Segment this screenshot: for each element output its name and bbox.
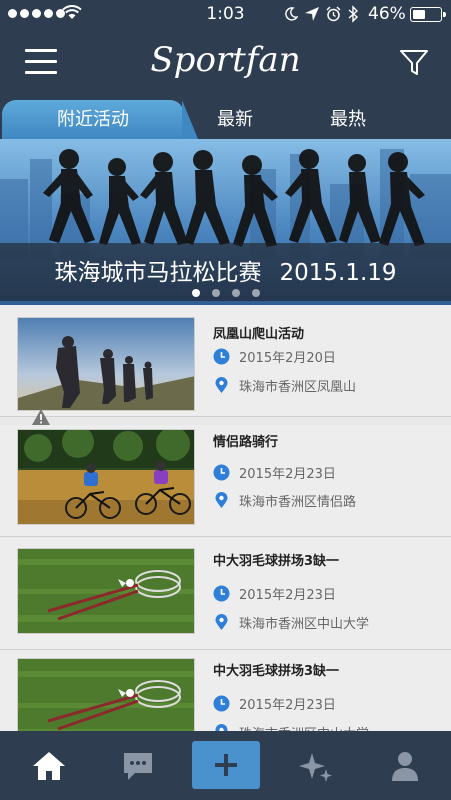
tab-profile[interactable] xyxy=(383,744,427,788)
banner-page-dot[interactable] xyxy=(251,289,260,297)
location-pin-icon xyxy=(215,377,228,393)
badminton-photo xyxy=(17,658,195,731)
nav-bar: Sportfan xyxy=(0,28,451,100)
home-icon xyxy=(33,752,65,780)
warning-icon xyxy=(32,409,50,425)
activity-location: 珠海市香洲区中山大学 xyxy=(213,613,369,632)
featured-banner[interactable]: 珠海城市马拉松比赛 2015.1.19 xyxy=(0,139,451,305)
location-pin-icon xyxy=(215,492,228,508)
cycling-photo xyxy=(17,429,195,525)
activity-list: 凤凰山爬山活动 2015年2月20日 珠海市香洲区凤凰山 情侣路骑行 2015年… xyxy=(0,305,451,731)
banner-page-dot[interactable] xyxy=(191,289,200,297)
discover-icon xyxy=(299,753,332,782)
activity-date: 2015年2月23日 xyxy=(213,463,336,482)
activity-location: 珠海市香洲区凤凰山 xyxy=(213,376,356,395)
filter-button[interactable] xyxy=(396,44,432,80)
bottom-tab-bar xyxy=(0,731,451,800)
tab-nearby[interactable]: 附近活动 xyxy=(2,100,198,139)
alarm-icon xyxy=(326,6,341,22)
activity-date: 2015年2月23日 xyxy=(213,584,336,603)
tab-latest[interactable]: 最新 xyxy=(185,100,285,139)
bluetooth-icon xyxy=(348,5,359,23)
status-bar: 1:03 46% xyxy=(0,0,451,28)
tab-discover[interactable] xyxy=(294,744,338,788)
location-arrow-icon xyxy=(305,7,319,21)
filter-icon xyxy=(400,50,428,75)
battery-icon xyxy=(410,7,446,22)
hiking-photo xyxy=(17,317,195,411)
tab-home[interactable] xyxy=(27,744,71,788)
app-title: Sportfan xyxy=(150,40,301,80)
location-pin-icon xyxy=(215,614,228,630)
activity-title: 中大羽毛球拼场3缺一 xyxy=(213,664,340,679)
badminton-photo xyxy=(17,548,195,634)
banner-page-indicator[interactable] xyxy=(0,289,451,297)
list-item[interactable]: 中大羽毛球拼场3缺一 2015年2月23日 珠海市香洲区中山大学 xyxy=(0,538,451,650)
location-pin-icon xyxy=(215,724,228,731)
category-tabs: 附近活动 最新 最热 xyxy=(0,100,451,239)
activity-title: 情侣路骑行 xyxy=(213,435,279,450)
list-item[interactable]: 中大羽毛球拼场3缺一 2015年2月23日 珠海市香洲区中山大学 xyxy=(0,650,451,731)
list-item[interactable]: 凤凰山爬山活动 2015年2月20日 珠海市香洲区凤凰山 xyxy=(0,305,451,425)
list-item[interactable]: 情侣路骑行 2015年2月23日 珠海市香洲区情侣路 xyxy=(0,425,451,537)
clock-icon xyxy=(213,464,230,481)
activity-location: 珠海市香洲区情侣路 xyxy=(213,491,356,510)
activity-date: 2015年2月20日 xyxy=(213,347,336,366)
add-activity-button[interactable] xyxy=(192,741,260,789)
tab-hottest[interactable]: 最热 xyxy=(298,100,398,139)
clock-icon xyxy=(213,695,230,712)
menu-button[interactable] xyxy=(25,45,59,75)
clock-icon xyxy=(213,585,230,602)
profile-icon xyxy=(392,752,418,781)
activity-title: 中大羽毛球拼场3缺一 xyxy=(213,554,340,569)
activity-date: 2015年2月23日 xyxy=(213,694,336,713)
message-icon xyxy=(124,753,152,780)
add-icon xyxy=(215,754,237,776)
banner-title: 珠海城市马拉松比赛 2015.1.19 xyxy=(54,260,397,286)
clock-icon xyxy=(213,348,230,365)
battery-percent: 46% xyxy=(368,4,406,24)
banner-page-dot[interactable] xyxy=(211,289,220,297)
banner-page-dot[interactable] xyxy=(231,289,240,297)
activity-title: 凤凰山爬山活动 xyxy=(213,327,305,342)
activity-location: 珠海市香洲区中山大学 xyxy=(213,723,369,731)
tab-messages[interactable] xyxy=(116,744,160,788)
moon-icon xyxy=(285,7,298,21)
